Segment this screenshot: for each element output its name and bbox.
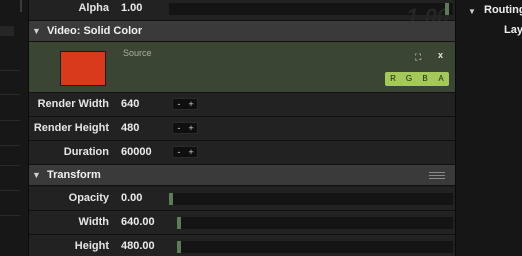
render-height-stepper[interactable]: - + [172,122,198,134]
section-title: Transform [47,169,101,181]
left-strip-marker [20,0,22,12]
opacity-label: Opacity [68,192,109,204]
alpha-label: Alpha [78,2,109,14]
section-title: Video: Solid Color [47,25,143,37]
divider [0,120,20,121]
decrement-button[interactable]: - [173,99,185,109]
render-height-row: Render Height 480 - + [29,117,455,141]
duration-row: Duration 60000 - + [29,141,455,165]
opacity-value[interactable]: 0.00 [121,187,142,210]
render-height-label: Render Height [33,122,109,134]
color-swatch[interactable] [60,51,106,86]
render-width-label: Render Width [37,98,109,110]
opacity-slider-knob[interactable] [169,193,173,205]
alpha-value[interactable]: 1.00 [121,0,142,20]
decrement-button[interactable]: - [173,147,185,157]
source-label: Source [123,48,152,58]
height-row: Height 480.00 [29,235,455,256]
divider [0,70,20,71]
expand-icon[interactable]: ⛶ [415,52,421,63]
width-slider[interactable] [177,217,453,229]
section-header-transform[interactable]: ▼ Transform [29,165,455,186]
channel-g[interactable]: G [401,72,417,86]
divider [0,190,20,191]
divider [0,215,20,216]
height-value[interactable]: 480.00 [121,235,155,256]
render-width-stepper[interactable]: - + [172,98,198,110]
opacity-slider[interactable] [169,193,453,205]
width-label: Width [78,216,109,228]
width-row: Width 640.00 [29,211,455,235]
duration-label: Duration [63,146,109,158]
duration-value[interactable]: 60000 [121,141,152,164]
menu-icon[interactable] [429,172,445,181]
duration-stepper[interactable]: - + [172,146,198,158]
alpha-slider[interactable]: 1.00 [169,3,453,29]
increment-button[interactable]: + [185,123,197,133]
properties-panel: Alpha 1.00 1.00 ▼ Video: Solid Color Sou… [29,0,455,256]
routing-panel: ▼ Routing Lay [455,0,522,256]
render-width-value[interactable]: 640 [121,93,139,116]
increment-button[interactable]: + [185,99,197,109]
opacity-row: Opacity 0.00 [29,187,455,211]
height-slider-knob[interactable] [177,241,181,253]
collapse-triangle-icon[interactable]: ▼ [32,170,41,180]
source-area: Source ⛶ x R G B A [29,42,455,93]
height-label: Height [74,240,109,252]
layer-label[interactable]: Lay [504,24,522,36]
width-slider-knob[interactable] [177,217,181,229]
section-header-video[interactable]: ▼ Video: Solid Color [29,21,455,42]
channel-a[interactable]: A [433,72,449,86]
left-strip-handle[interactable] [0,26,14,36]
channel-selector[interactable]: R G B A [385,72,449,86]
collapse-triangle-icon[interactable]: ▼ [32,26,41,36]
alpha-slider-knob[interactable] [445,3,449,15]
channel-r[interactable]: R [385,72,401,86]
divider [0,145,20,146]
alpha-row: Alpha 1.00 1.00 [29,0,455,29]
width-value[interactable]: 640.00 [121,211,155,234]
height-slider[interactable] [177,241,453,253]
left-panel-strip [0,0,29,256]
render-width-row: Render Width 640 - + [29,93,455,117]
divider [0,165,20,166]
render-height-value[interactable]: 480 [121,117,139,140]
collapse-triangle-icon[interactable]: ▼ [468,7,476,16]
routing-title[interactable]: Routing [484,4,522,16]
decrement-button[interactable]: - [173,123,185,133]
increment-button[interactable]: + [185,147,197,157]
close-icon[interactable]: x [438,50,443,60]
divider [0,94,20,95]
channel-b[interactable]: B [417,72,433,86]
